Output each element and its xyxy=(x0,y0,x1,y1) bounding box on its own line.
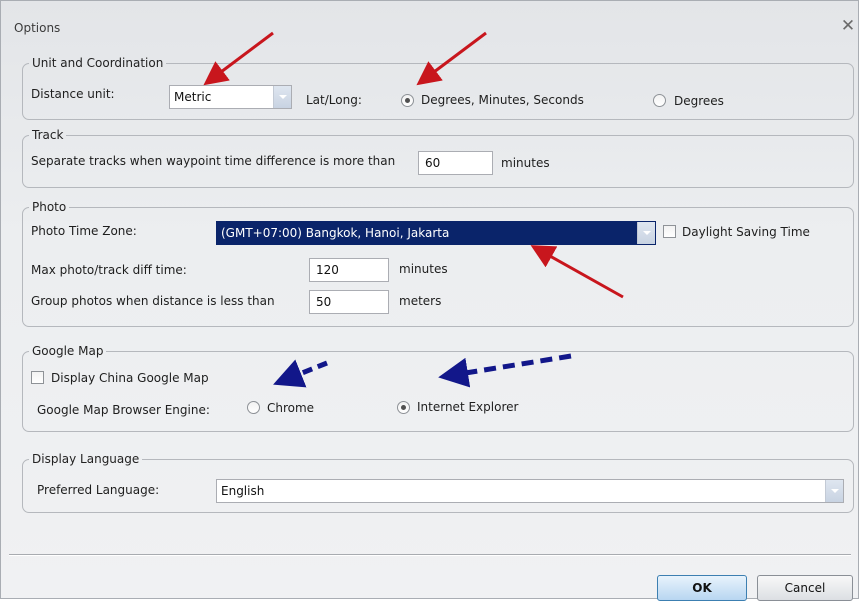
max-diff-input[interactable]: 120 xyxy=(309,258,389,282)
close-icon[interactable]: ✕ xyxy=(839,17,857,35)
preferred-language-label: Preferred Language: xyxy=(37,483,160,497)
radio-ie[interactable] xyxy=(397,401,410,414)
radio-degrees-label[interactable]: Degrees xyxy=(674,94,724,108)
browser-engine-label: Google Map Browser Engine: xyxy=(37,403,210,417)
separate-tracks-unit: minutes xyxy=(501,156,550,170)
max-diff-label: Max photo/track diff time: xyxy=(31,263,187,277)
separate-tracks-label: Separate tracks when waypoint time diffe… xyxy=(31,154,396,168)
radio-degrees[interactable] xyxy=(653,94,666,107)
daylight-saving-checkbox[interactable] xyxy=(663,225,676,238)
track-group-legend: Track xyxy=(32,128,64,142)
china-map-label[interactable]: Display China Google Map xyxy=(51,371,209,385)
google-map-group-legend: Google Map xyxy=(32,344,104,358)
language-group-legend: Display Language xyxy=(32,452,140,466)
distance-unit-label: Distance unit: xyxy=(31,87,115,101)
radio-dms[interactable] xyxy=(401,94,414,107)
unit-group-legend: Unit and Coordination xyxy=(32,56,164,70)
footer-divider xyxy=(9,554,851,555)
group-photos-input[interactable]: 50 xyxy=(309,290,389,314)
group-photos-unit: meters xyxy=(399,294,442,308)
google-map-group: Google Map xyxy=(22,344,854,432)
options-dialog: Options ✕ Unit and Coordination Distance… xyxy=(0,0,859,601)
max-diff-unit: minutes xyxy=(399,262,448,276)
group-photos-label: Group photos when distance is less than xyxy=(31,294,275,308)
chevron-down-icon[interactable] xyxy=(825,480,843,502)
dialog-title: Options xyxy=(14,21,61,35)
radio-chrome[interactable] xyxy=(247,401,260,414)
chevron-down-icon[interactable] xyxy=(637,222,655,244)
radio-dms-label[interactable]: Degrees, Minutes, Seconds xyxy=(421,93,584,107)
distance-unit-select[interactable]: Metric xyxy=(169,85,292,109)
photo-timezone-value: (GMT+07:00) Bangkok, Hanoi, Jakarta xyxy=(221,226,450,240)
radio-chrome-label[interactable]: Chrome xyxy=(267,401,314,415)
photo-timezone-label: Photo Time Zone: xyxy=(31,224,137,238)
separate-tracks-input[interactable]: 60 xyxy=(418,151,493,175)
preferred-language-select[interactable]: English xyxy=(216,479,844,503)
china-map-checkbox[interactable] xyxy=(31,371,44,384)
photo-group-legend: Photo xyxy=(32,200,67,214)
latlong-label: Lat/Long: xyxy=(306,93,362,107)
preferred-language-value: English xyxy=(221,484,265,498)
unit-group: Unit and Coordination xyxy=(22,56,854,120)
ok-button[interactable]: OK xyxy=(657,575,747,601)
distance-unit-value: Metric xyxy=(174,90,212,104)
radio-ie-label[interactable]: Internet Explorer xyxy=(417,400,518,414)
chevron-down-icon[interactable] xyxy=(273,86,291,108)
photo-timezone-select[interactable]: (GMT+07:00) Bangkok, Hanoi, Jakarta xyxy=(216,221,656,245)
daylight-saving-label[interactable]: Daylight Saving Time xyxy=(682,225,810,239)
cancel-button[interactable]: Cancel xyxy=(757,575,853,601)
